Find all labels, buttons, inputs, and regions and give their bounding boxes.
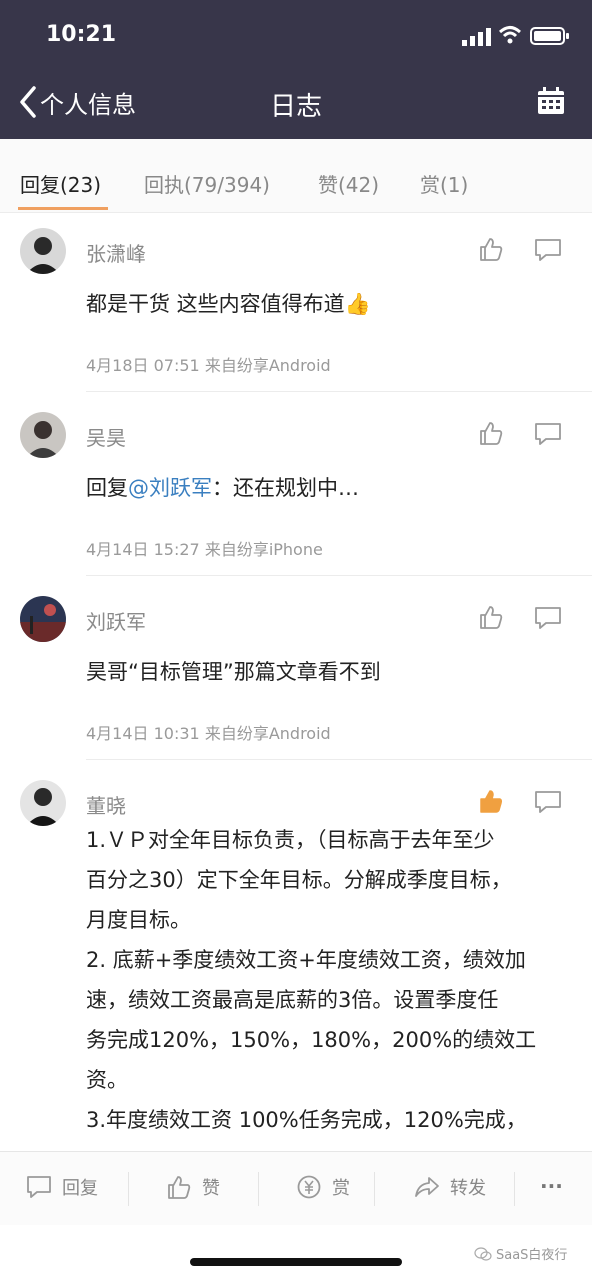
more-icon: ··· — [540, 1174, 563, 1198]
thumbs-up-icon[interactable] — [478, 236, 504, 262]
avatar[interactable] — [20, 780, 66, 826]
comment-icon[interactable] — [534, 790, 562, 814]
divider — [86, 391, 592, 392]
forward-button[interactable]: 转发 — [414, 1174, 486, 1200]
divider — [258, 1172, 259, 1206]
comment-line: 3.年度绩效工资 100%任务完成，120%完成， — [86, 1108, 527, 1132]
tab-receipts[interactable]: 回执(79/394) — [144, 169, 270, 198]
comment-author[interactable]: 吴昊 — [86, 422, 126, 451]
home-indicator[interactable] — [190, 1258, 402, 1266]
bottom-action-bar: 回复 赞 赏 转发 ··· — [0, 1151, 592, 1225]
comment-text: 回复@刘跃军：还在规划中… — [86, 468, 359, 508]
tab-active-indicator — [18, 207, 108, 210]
tab-replies[interactable]: 回复(23) — [20, 169, 101, 198]
calendar-icon[interactable] — [536, 86, 566, 116]
reply-label: 回复 — [62, 1178, 98, 1199]
nav-bar: 个人信息 日志 — [0, 72, 592, 136]
tab-rewards[interactable]: 赏(1) — [420, 169, 468, 198]
divider — [514, 1172, 515, 1206]
avatar[interactable] — [20, 596, 66, 642]
comment-meta: 4月18日 07:51 来自纷享Android — [86, 356, 331, 375]
avatar[interactable] — [20, 412, 66, 458]
divider — [86, 759, 592, 760]
share-arrow-icon — [415, 1177, 439, 1197]
status-time: 10:21 — [46, 22, 117, 47]
comment-item: 张潇峰 都是干货 这些内容值得布道👍 4月18日 07:51 来自纷享Andro… — [0, 212, 592, 392]
watermark: SaaS白夜行 — [474, 1244, 567, 1263]
thumbs-up-filled-icon[interactable] — [478, 788, 504, 814]
comment-item: 刘跃军 昊哥“目标管理”那篇文章看不到 4月14日 10:31 来自纷享Andr… — [0, 580, 592, 760]
comment-icon[interactable] — [534, 606, 562, 630]
reply-text: ：还在规划中… — [212, 476, 359, 500]
comment-text: 昊哥“目标管理”那篇文章看不到 — [86, 660, 381, 684]
more-button[interactable]: ··· — [540, 1174, 563, 1198]
app-header: 10:21 个人信息 日志 — [0, 0, 592, 139]
forward-label: 转发 — [450, 1178, 486, 1199]
comment-author[interactable]: 张潇峰 — [86, 238, 146, 267]
comment-line: 务完成120%，150%，180%，200%的绩效工 — [86, 1028, 537, 1052]
divider — [374, 1172, 375, 1206]
comment-icon[interactable] — [534, 422, 562, 446]
comment-icon[interactable] — [534, 238, 562, 262]
comment-icon — [27, 1176, 51, 1198]
like-label: 赞 — [202, 1178, 220, 1199]
reply-prefix: 回复 — [86, 476, 128, 500]
comment-line: 1.ＶＰ对全年目标负责，（目标高于去年至少 — [86, 828, 495, 852]
status-bar: 10:21 — [0, 0, 592, 70]
comment-line: 资。 — [86, 1068, 128, 1092]
tab-bar: 回复(23) 回执(79/394) 赞(42) 赏(1) — [0, 139, 592, 213]
chevron-left-icon — [20, 86, 36, 118]
reply-button[interactable]: 回复 — [26, 1174, 98, 1200]
wifi-icon — [498, 26, 522, 44]
comment-item: 吴昊 回复@刘跃军：还在规划中… 4月14日 15:27 来自纷享iPhone — [0, 396, 592, 576]
comment-line: 百分之30）定下全年目标。分解成季度目标， — [86, 868, 512, 892]
thumbs-up-icon[interactable] — [478, 604, 504, 630]
signal-icon — [462, 28, 491, 46]
tab-likes[interactable]: 赞(42) — [318, 169, 379, 198]
divider — [128, 1172, 129, 1206]
comment-text: 都是干货 这些内容值得布道👍 — [86, 292, 371, 316]
reward-button[interactable]: 赏 — [296, 1174, 350, 1200]
comment-meta: 4月14日 10:31 来自纷享Android — [86, 724, 331, 743]
wechat-icon — [474, 1246, 492, 1261]
back-button[interactable]: 个人信息 — [18, 82, 136, 122]
avatar[interactable] — [20, 228, 66, 274]
thumbs-up-icon — [168, 1176, 191, 1199]
watermark-text: SaaS白夜行 — [496, 1248, 568, 1263]
comment-text-long: 1.ＶＰ对全年目标负责，（目标高于去年至少 百分之30）定下全年目标。分解成季度… — [86, 820, 572, 1150]
thumbs-up-icon[interactable] — [478, 420, 504, 446]
back-label: 个人信息 — [40, 90, 136, 119]
yen-coin-icon — [297, 1175, 321, 1199]
comment-item: 董晓 — [0, 764, 592, 826]
mention-link[interactable]: @刘跃军 — [128, 476, 212, 500]
comment-author[interactable]: 刘跃军 — [86, 606, 146, 635]
comment-author[interactable]: 董晓 — [86, 790, 126, 819]
like-button[interactable]: 赞 — [166, 1174, 220, 1200]
battery-icon — [530, 27, 569, 45]
comment-line: 2. 底薪+季度绩效工资+年度绩效工资，绩效加 — [86, 948, 526, 972]
comment-line: 速，绩效工资最高是底薪的3倍。设置季度任 — [86, 988, 499, 1012]
reward-label: 赏 — [332, 1178, 350, 1199]
comment-meta: 4月14日 15:27 来自纷享iPhone — [86, 540, 323, 559]
comment-line: 月度目标。 — [86, 908, 191, 932]
divider — [86, 575, 592, 576]
